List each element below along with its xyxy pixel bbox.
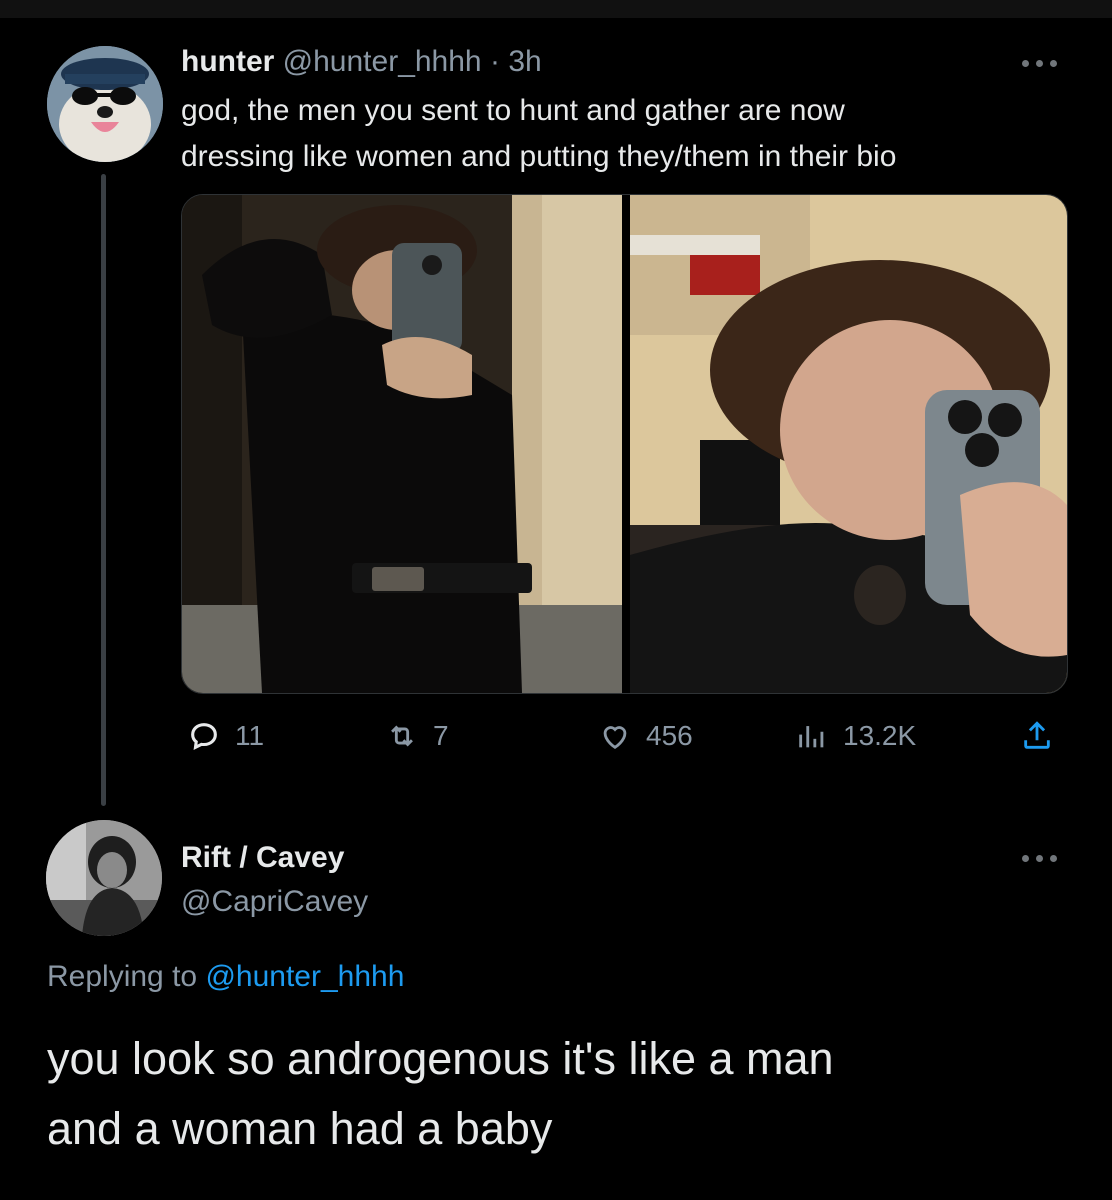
share-action[interactable]: [1020, 712, 1068, 760]
author-name[interactable]: hunter: [181, 45, 274, 78]
retweet-icon: [391, 725, 413, 747]
reply-author-name[interactable]: Rift / Cavey: [181, 838, 344, 878]
like-action[interactable]: 456: [598, 712, 693, 760]
tweet-media[interactable]: [181, 194, 1068, 694]
tweet-text-line-2: dressing like women and putting they/the…: [181, 140, 897, 173]
tweet-time[interactable]: 3h: [508, 45, 541, 78]
reply-count: 11: [235, 720, 265, 751]
reply-text: you look so androgenous it's like a man …: [47, 1024, 834, 1164]
dog-avatar-image: [47, 46, 163, 162]
tweet-text: god, the men you sent to hunt and gather…: [181, 88, 896, 180]
photo-right-image: [630, 195, 1067, 693]
reply-author-avatar[interactable]: [46, 820, 162, 936]
rift-avatar-image: [46, 820, 162, 936]
views-icon: [799, 726, 824, 748]
author-handle[interactable]: @hunter_hhhh: [283, 45, 482, 78]
thread-connector-line: [101, 174, 106, 806]
photo-mirror-selfie-full[interactable]: [182, 195, 622, 693]
reply-text-line-2: and a woman had a baby: [47, 1103, 553, 1154]
reply-text-line-1: you look so androgenous it's like a man: [47, 1033, 834, 1084]
retweet-count: 7: [433, 720, 449, 751]
photo-mirror-selfie-closeup[interactable]: [630, 195, 1067, 693]
tweet-header: hunter @hunter_hhhh · 3h: [181, 42, 542, 82]
replying-to: Replying to @hunter_hhhh: [47, 955, 404, 999]
replying-prefix: Replying to: [47, 960, 198, 993]
heart-icon: [603, 726, 627, 750]
like-count: 456: [646, 720, 693, 751]
status-strip: [0, 0, 1112, 18]
views-action[interactable]: 13.2K: [795, 712, 916, 760]
reply-action[interactable]: 11: [187, 712, 264, 760]
more-icon[interactable]: [1022, 57, 1062, 69]
tweet-text-line-1: god, the men you sent to hunt and gather…: [181, 94, 845, 127]
reply-icon: [191, 723, 217, 751]
reply-author-handle[interactable]: @CapriCavey: [181, 882, 368, 922]
photo-left-image: [182, 195, 622, 693]
author-avatar[interactable]: [47, 46, 163, 162]
view-count: 13.2K: [843, 720, 917, 751]
share-icon: [1024, 721, 1050, 749]
replying-to-link[interactable]: @hunter_hhhh: [205, 960, 404, 993]
reply-more-icon[interactable]: [1022, 852, 1062, 864]
meta-separator: ·: [489, 45, 500, 78]
retweet-action[interactable]: 7: [385, 712, 449, 760]
